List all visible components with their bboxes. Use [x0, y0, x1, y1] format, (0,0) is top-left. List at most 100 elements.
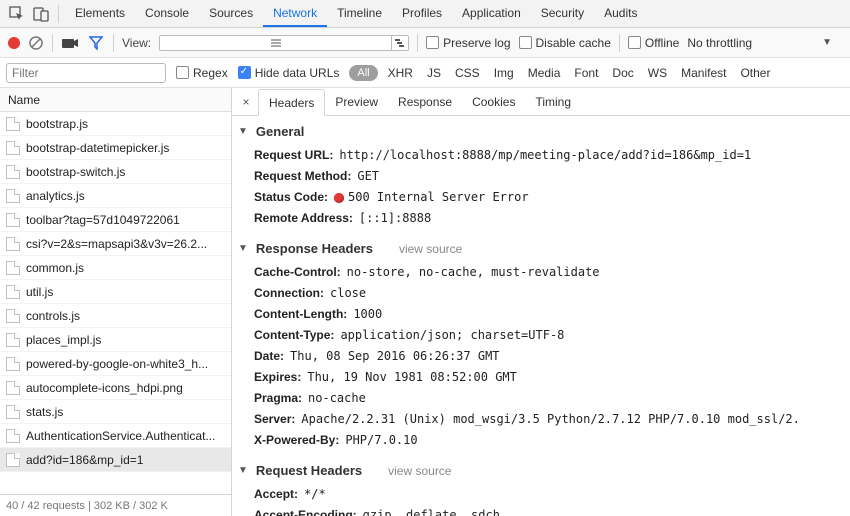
- file-icon: [6, 357, 20, 371]
- capture-screenshots-icon[interactable]: [61, 34, 79, 52]
- filter-input[interactable]: [6, 63, 166, 83]
- inspect-element-icon[interactable]: [6, 3, 28, 25]
- filter-type-js[interactable]: JS: [427, 66, 441, 80]
- request-row[interactable]: util.js: [0, 280, 231, 304]
- request-row[interactable]: powered-by-google-on-white3_h...: [0, 352, 231, 376]
- top-tabs: ElementsConsoleSourcesNetworkTimelinePro…: [65, 0, 647, 27]
- offline-label: Offline: [645, 36, 679, 50]
- request-name: bootstrap.js: [26, 117, 88, 131]
- device-toggle-icon[interactable]: [30, 3, 52, 25]
- filter-types: XHR JS CSS Img Media Font Doc WS Manifest Other: [388, 66, 771, 80]
- file-icon: [6, 381, 20, 395]
- tab-elements[interactable]: Elements: [65, 0, 135, 27]
- preserve-log-checkbox[interactable]: Preserve log: [426, 36, 510, 50]
- request-list-pane: Name bootstrap.js bootstrap-datetimepicke…: [0, 88, 232, 516]
- view-waterfall-button[interactable]: [391, 35, 409, 51]
- section-general[interactable]: ▼General: [232, 120, 850, 143]
- tab-audits[interactable]: Audits: [594, 0, 647, 27]
- filter-type-other[interactable]: Other: [740, 66, 770, 80]
- tab-console[interactable]: Console: [135, 0, 199, 27]
- request-row[interactable]: bootstrap.js: [0, 112, 231, 136]
- disable-cache-checkbox[interactable]: Disable cache: [519, 36, 611, 50]
- detail-tab-response[interactable]: Response: [388, 89, 462, 115]
- tab-profiles[interactable]: Profiles: [392, 0, 452, 27]
- request-name: powered-by-google-on-white3_h...: [26, 357, 208, 371]
- request-row[interactable]: common.js: [0, 256, 231, 280]
- filter-type-img[interactable]: Img: [494, 66, 514, 80]
- file-icon: [6, 285, 20, 299]
- name-column-header[interactable]: Name: [0, 88, 231, 112]
- header-key: Request URL:: [254, 147, 333, 164]
- view-source-link[interactable]: view source: [399, 242, 462, 256]
- detail-tab-cookies[interactable]: Cookies: [462, 89, 525, 115]
- request-name: bootstrap-datetimepicker.js: [26, 141, 169, 155]
- tab-network[interactable]: Network: [263, 0, 327, 27]
- header-key: Server:: [254, 411, 295, 428]
- request-row[interactable]: controls.js: [0, 304, 231, 328]
- tab-application[interactable]: Application: [452, 0, 531, 27]
- header-key: Accept-Encoding:: [254, 507, 357, 516]
- view-label: View:: [122, 36, 151, 50]
- divider: [417, 34, 418, 52]
- header-row: X-Powered-By:PHP/7.0.10: [254, 430, 850, 451]
- detail-tab-preview[interactable]: Preview: [325, 89, 388, 115]
- tab-timeline[interactable]: Timeline: [327, 0, 392, 27]
- filter-type-font[interactable]: Font: [574, 66, 598, 80]
- section-response-headers[interactable]: ▼Response Headersview source: [232, 237, 850, 260]
- filter-type-all[interactable]: All: [349, 65, 377, 81]
- request-row[interactable]: places_impl.js: [0, 328, 231, 352]
- header-key: X-Powered-By:: [254, 432, 339, 449]
- record-button[interactable]: [8, 37, 20, 49]
- throttling-select[interactable]: No throttling: [687, 36, 752, 50]
- request-row[interactable]: autocomplete-icons_hdpi.png: [0, 376, 231, 400]
- header-value: */*: [304, 486, 326, 503]
- header-row: Request URL:http://localhost:8888/mp/mee…: [254, 145, 850, 166]
- header-value: Apache/2.2.31 (Unix) mod_wsgi/3.5 Python…: [301, 411, 800, 428]
- view-list-button[interactable]: [159, 35, 391, 51]
- request-row[interactable]: csi?v=2&s=mapsapi3&v3v=26.2...: [0, 232, 231, 256]
- hide-data-urls-checkbox[interactable]: Hide data URLs: [238, 66, 340, 80]
- divider: [619, 34, 620, 52]
- request-row[interactable]: analytics.js: [0, 184, 231, 208]
- section-request-headers[interactable]: ▼Request Headersview source: [232, 459, 850, 482]
- request-name: bootstrap-switch.js: [26, 165, 125, 179]
- headers-body: ▼General Request URL:http://localhost:88…: [232, 116, 850, 516]
- offline-checkbox[interactable]: Offline: [628, 36, 679, 50]
- header-key: Content-Length:: [254, 306, 347, 323]
- regex-checkbox[interactable]: Regex: [176, 66, 228, 80]
- header-value: close: [330, 285, 366, 302]
- filter-bar: Regex Hide data URLs All XHR JS CSS Img Medi…: [0, 58, 850, 88]
- request-row[interactable]: toolbar?tag=57d1049722061: [0, 208, 231, 232]
- request-row[interactable]: stats.js: [0, 400, 231, 424]
- file-icon: [6, 213, 20, 227]
- tab-sources[interactable]: Sources: [199, 0, 263, 27]
- header-value: Thu, 08 Sep 2016 06:26:37 GMT: [290, 348, 500, 365]
- header-key: Remote Address:: [254, 210, 353, 227]
- request-row[interactable]: bootstrap-datetimepicker.js: [0, 136, 231, 160]
- close-detail-button[interactable]: ×: [236, 95, 256, 109]
- request-name: util.js: [26, 285, 53, 299]
- disable-cache-label: Disable cache: [536, 36, 611, 50]
- detail-tab-timing[interactable]: Timing: [525, 89, 581, 115]
- header-value: Thu, 19 Nov 1981 08:52:00 GMT: [307, 369, 517, 386]
- request-name: csi?v=2&s=mapsapi3&v3v=26.2...: [26, 237, 207, 251]
- request-row[interactable]: add?id=186&mp_id=1: [0, 448, 231, 472]
- detail-tab-headers[interactable]: Headers: [258, 89, 325, 116]
- filter-type-media[interactable]: Media: [528, 66, 561, 80]
- clear-button[interactable]: [28, 35, 44, 51]
- view-source-link[interactable]: view source: [388, 464, 451, 478]
- header-row: Content-Type:application/json; charset=U…: [254, 325, 850, 346]
- tab-security[interactable]: Security: [531, 0, 594, 27]
- filter-type-css[interactable]: CSS: [455, 66, 480, 80]
- header-row: Accept-Encoding:gzip, deflate, sdch: [254, 505, 850, 516]
- filter-type-xhr[interactable]: XHR: [388, 66, 413, 80]
- filter-toggle-icon[interactable]: [87, 34, 105, 52]
- header-key: Cache-Control:: [254, 264, 341, 281]
- chevron-down-icon[interactable]: ▼: [822, 37, 832, 48]
- file-icon: [6, 189, 20, 203]
- request-row[interactable]: bootstrap-switch.js: [0, 160, 231, 184]
- request-row[interactable]: AuthenticationService.Authenticat...: [0, 424, 231, 448]
- filter-type-ws[interactable]: WS: [648, 66, 667, 80]
- filter-type-manifest[interactable]: Manifest: [681, 66, 726, 80]
- filter-type-doc[interactable]: Doc: [612, 66, 633, 80]
